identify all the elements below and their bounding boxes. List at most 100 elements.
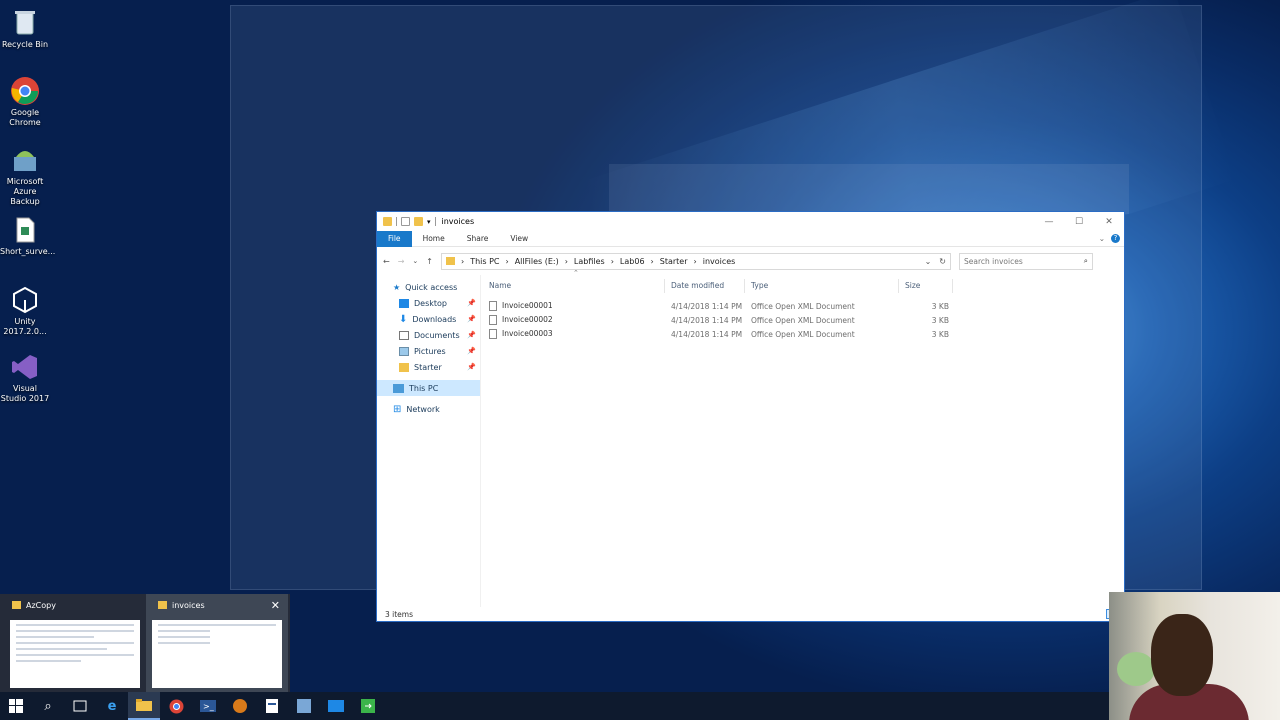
pictures-icon bbox=[399, 346, 409, 356]
title-bar[interactable]: ▾ invoices — ☐ ✕ bbox=[377, 212, 1124, 231]
divider bbox=[396, 217, 397, 226]
chevron-right-icon: › bbox=[610, 256, 614, 266]
file-row[interactable]: Invoice00001 4/14/2018 1:14 PM Office Op… bbox=[483, 299, 1124, 313]
customize-dropdown-icon[interactable]: ▾ bbox=[427, 218, 431, 226]
search-icon[interactable]: ⌕ bbox=[32, 692, 64, 720]
pin-icon: 📌 bbox=[467, 363, 476, 371]
nav-quick-access[interactable]: ★ Quick access bbox=[377, 279, 480, 295]
spreadsheet-file-icon bbox=[10, 215, 40, 245]
breadcrumb-labfiles[interactable]: Labfiles bbox=[574, 257, 605, 266]
nav-label: Downloads bbox=[412, 314, 457, 324]
folder-icon bbox=[158, 601, 167, 609]
exit-app-icon[interactable] bbox=[352, 692, 384, 720]
nav-label: Quick access bbox=[405, 282, 458, 292]
breadcrumb-allfiles[interactable]: AllFiles (E:) bbox=[515, 257, 559, 266]
column-name[interactable]: Name bbox=[483, 279, 665, 293]
recent-locations-icon[interactable]: ⌄ bbox=[412, 257, 418, 265]
thumbnail-invoices[interactable]: invoices ✕ bbox=[146, 594, 288, 692]
divider bbox=[434, 217, 436, 226]
file-type: Office Open XML Document bbox=[751, 301, 855, 311]
desktop-icon-short-survey[interactable]: Short_surve... bbox=[0, 215, 55, 257]
tab-view[interactable]: View bbox=[499, 231, 539, 247]
file-row[interactable]: Invoice00003 4/14/2018 1:14 PM Office Op… bbox=[483, 327, 1124, 341]
file-date: 4/14/2018 1:14 PM bbox=[671, 329, 743, 339]
desktop-icon-label: Visual Studio 2017 bbox=[0, 384, 50, 403]
file-type: Office Open XML Document bbox=[751, 315, 855, 325]
new-folder-icon[interactable] bbox=[414, 217, 423, 226]
nav-network[interactable]: ⊞ Network bbox=[377, 401, 480, 417]
azure-cli-icon[interactable] bbox=[320, 692, 352, 720]
file-explorer-window[interactable]: ▾ invoices — ☐ ✕ File Home Share View ⌄ … bbox=[376, 211, 1125, 622]
document-icon[interactable] bbox=[256, 692, 288, 720]
desktop-icon-recycle-bin[interactable]: Recycle Bin bbox=[0, 8, 50, 50]
column-date-modified[interactable]: Date modified bbox=[665, 279, 745, 293]
pin-icon: 📌 bbox=[467, 299, 476, 307]
help-icon[interactable]: ? bbox=[1111, 234, 1120, 243]
breadcrumb-this-pc[interactable]: This PC bbox=[470, 257, 499, 266]
forward-button[interactable]: → bbox=[398, 257, 405, 266]
webcam-overlay bbox=[1109, 592, 1280, 720]
status-bar-item-count: 3 items bbox=[385, 610, 414, 619]
address-bar[interactable]: › This PC › AllFiles (E:) › Labfiles › L… bbox=[440, 252, 951, 270]
column-size[interactable]: Size bbox=[899, 279, 953, 293]
column-type[interactable]: Type bbox=[745, 279, 899, 293]
address-dropdown-icon[interactable]: ⌄ bbox=[925, 257, 932, 266]
plush-toy bbox=[1117, 652, 1155, 686]
nav-this-pc[interactable]: This PC bbox=[377, 380, 480, 396]
storage-explorer-icon[interactable] bbox=[288, 692, 320, 720]
thumbnail-azcopy[interactable]: AzCopy bbox=[0, 594, 142, 692]
properties-icon[interactable] bbox=[401, 217, 410, 226]
desktop-icon-visual-studio[interactable]: Visual Studio 2017 bbox=[0, 352, 50, 404]
desktop-icon-label: Unity 2017.2.0... bbox=[3, 317, 47, 336]
address-row: ← → ⌄ ↑ › This PC › AllFiles (E:) › Labf… bbox=[377, 247, 1124, 275]
snap-assist-overlay-secondary bbox=[609, 164, 1129, 214]
tab-home[interactable]: Home bbox=[412, 231, 456, 247]
start-icon[interactable] bbox=[0, 692, 32, 720]
file-row[interactable]: Invoice00002 4/14/2018 1:14 PM Office Op… bbox=[483, 313, 1124, 327]
thumbnail-preview bbox=[10, 620, 140, 688]
tab-file[interactable]: File bbox=[377, 230, 412, 247]
chevron-right-icon: › bbox=[505, 256, 509, 266]
close-button[interactable]: ✕ bbox=[1094, 217, 1124, 227]
chevron-right-icon: › bbox=[650, 256, 654, 266]
nav-label: Network bbox=[406, 404, 440, 414]
breadcrumb-invoices[interactable]: invoices bbox=[703, 257, 736, 266]
nav-documents[interactable]: Documents 📌 bbox=[377, 327, 480, 343]
app-icon[interactable] bbox=[224, 692, 256, 720]
chevron-right-icon: › bbox=[460, 256, 465, 266]
powershell-icon[interactable]: >_ bbox=[192, 692, 224, 720]
file-explorer-icon[interactable] bbox=[128, 692, 160, 720]
maximize-button[interactable]: ☐ bbox=[1064, 217, 1094, 227]
nav-label: Desktop bbox=[414, 298, 447, 308]
folder-icon bbox=[399, 362, 409, 372]
breadcrumb-lab06[interactable]: Lab06 bbox=[620, 257, 645, 266]
ribbon-tabs: File Home Share View ⌄ ? bbox=[377, 230, 1124, 247]
breadcrumb-starter[interactable]: Starter bbox=[660, 257, 688, 266]
minimize-button[interactable]: — bbox=[1034, 217, 1064, 227]
file-name: Invoice00001 bbox=[502, 301, 553, 310]
close-icon[interactable]: ✕ bbox=[271, 599, 280, 612]
chrome-icon bbox=[10, 76, 40, 106]
edge-icon[interactable]: e bbox=[96, 692, 128, 720]
expand-ribbon-icon[interactable]: ⌄ bbox=[1099, 234, 1105, 243]
nav-desktop[interactable]: Desktop 📌 bbox=[377, 295, 480, 311]
back-button[interactable]: ← bbox=[383, 257, 390, 266]
chrome-icon[interactable] bbox=[160, 692, 192, 720]
document-icon bbox=[489, 329, 497, 339]
desktop-icon-chrome[interactable]: Google Chrome bbox=[0, 76, 50, 128]
taskbar-thumbnail-popup: AzCopy invoices ✕ bbox=[0, 594, 290, 692]
desktop-icon-azure-backup[interactable]: Microsoft Azure Backup bbox=[0, 145, 50, 207]
refresh-icon[interactable]: ↻ bbox=[939, 257, 946, 266]
nav-pictures[interactable]: Pictures 📌 bbox=[377, 343, 480, 359]
desktop-icon-unity[interactable]: Unity 2017.2.0... bbox=[0, 285, 50, 337]
folder-icon bbox=[445, 257, 455, 265]
task-view-icon[interactable] bbox=[64, 692, 96, 720]
sort-up-icon: ⌃ bbox=[573, 269, 579, 277]
nav-downloads[interactable]: ⬇ Downloads 📌 bbox=[377, 311, 480, 327]
up-button[interactable]: ↑ bbox=[426, 257, 433, 266]
folder-icon bbox=[383, 217, 392, 226]
thumbnail-title: AzCopy bbox=[26, 600, 56, 610]
nav-starter[interactable]: Starter 📌 bbox=[377, 359, 480, 375]
tab-share[interactable]: Share bbox=[456, 231, 500, 247]
search-input[interactable]: Search invoices ⌕ bbox=[958, 252, 1093, 270]
